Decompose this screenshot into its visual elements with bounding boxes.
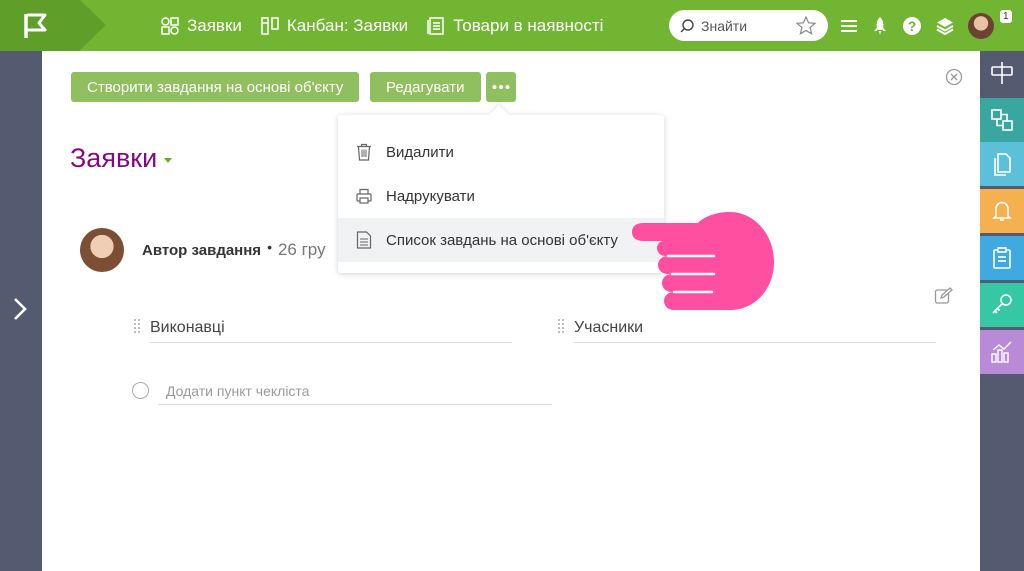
menu-item-print[interactable]: Надрукувати: [338, 174, 664, 218]
chevron-right-icon[interactable]: [11, 296, 29, 322]
close-icon[interactable]: [945, 68, 963, 86]
rail-analytics-button[interactable]: [980, 330, 1024, 374]
pencil-icon[interactable]: [934, 287, 954, 305]
checklist-input[interactable]: [158, 377, 552, 405]
logo-arrow: [80, 0, 106, 50]
drag-handle-icon[interactable]: [558, 319, 566, 333]
nav-item-kanban[interactable]: Канбан: Заявки: [260, 16, 408, 36]
book-icon: [427, 16, 444, 35]
pointing-hand-icon: [632, 212, 774, 310]
checklist-checkbox[interactable]: [132, 382, 149, 399]
notification-badge: 1: [1000, 10, 1012, 23]
signpost-icon: [991, 62, 1013, 84]
rocket-icon: [874, 16, 886, 35]
nav-item-label: Канбан: Заявки: [286, 15, 409, 35]
separator-dot: •: [267, 239, 272, 255]
logo-block[interactable]: [0, 0, 80, 51]
menu-item-label: Список завдань на основі об'єкту: [386, 231, 618, 249]
layers-icon: [936, 17, 954, 35]
executors-label: Виконавці: [150, 318, 225, 336]
menu-button[interactable]: [840, 18, 858, 34]
participants-label: Учасники: [574, 318, 644, 336]
edit-button[interactable]: Редагувати: [370, 72, 481, 102]
chart-icon: [991, 341, 1012, 363]
hamburger-icon: [841, 19, 857, 32]
avatar[interactable]: [80, 228, 124, 272]
files-icon: [994, 153, 1011, 176]
rail-notifications-button[interactable]: [980, 189, 1024, 233]
task-date: 26 гру: [277, 240, 326, 259]
right-rail: [980, 51, 1024, 571]
printer-icon: [356, 188, 372, 204]
search-input[interactable]: [701, 17, 801, 34]
rocket-button[interactable]: [871, 16, 889, 36]
svg-text:?: ?: [908, 18, 917, 34]
top-bar: Заявки Канбан: Заявки Товари в наявності: [0, 0, 1024, 51]
help-button[interactable]: ?: [902, 16, 922, 36]
author-row: Автор завдання • 26 гру: [80, 228, 326, 272]
create-task-button[interactable]: Створити завдання на основі об'єкту: [71, 72, 360, 102]
drag-handle-icon[interactable]: [134, 319, 142, 333]
search-icon: [680, 18, 694, 32]
participants-field[interactable]: Учасники: [574, 313, 936, 343]
more-dots-icon: [492, 85, 510, 89]
rail-key-button[interactable]: [980, 283, 1024, 327]
menu-item-label: Надрукувати: [386, 187, 475, 205]
trash-icon: [357, 143, 371, 161]
rail-clipboard-button[interactable]: [980, 236, 1024, 280]
nav-item-requests[interactable]: Заявки: [160, 16, 242, 36]
more-actions-menu: Видалити Надрукувати Список завдань на о…: [338, 105, 664, 273]
search-box[interactable]: [669, 10, 828, 41]
executors-field[interactable]: Виконавці: [150, 313, 512, 343]
bell-icon: [992, 201, 1012, 221]
menu-item-task-list[interactable]: Список завдань на основі об'єкту: [338, 218, 664, 262]
page-title[interactable]: Заявки: [70, 143, 173, 174]
nav-item-goods[interactable]: Товари в наявності: [426, 16, 603, 36]
page-title-text: Заявки: [70, 143, 158, 173]
left-rail: [0, 51, 42, 571]
rail-signpost-button[interactable]: [980, 51, 1024, 95]
nav-item-label: Заявки: [187, 15, 242, 35]
main-nav: Заявки Канбан: Заявки Товари в наявності: [160, 0, 621, 51]
avatar: [968, 12, 994, 39]
caret-down-icon: [164, 158, 173, 163]
menu-item-delete[interactable]: Видалити: [338, 130, 664, 174]
menu-item-label: Видалити: [386, 143, 454, 161]
kanban-icon: [261, 16, 279, 35]
more-button[interactable]: [486, 72, 516, 102]
help-icon: ?: [903, 16, 921, 35]
layers-button[interactable]: [935, 16, 955, 36]
shapes-icon: [161, 16, 179, 35]
rail-flow-button[interactable]: [980, 98, 1024, 142]
logo-icon: [24, 13, 47, 38]
clipboard-icon: [993, 247, 1011, 269]
user-avatar-button[interactable]: [968, 12, 994, 39]
flow-icon: [991, 109, 1013, 131]
key-icon: [992, 294, 1012, 314]
nav-item-label: Товари в наявності: [453, 15, 604, 35]
document-list-icon: [356, 231, 372, 249]
top-icons: ?: [840, 0, 1007, 51]
author-label: Автор завдання: [142, 241, 262, 259]
rail-files-button[interactable]: [980, 142, 1024, 186]
star-icon[interactable]: [796, 16, 816, 35]
